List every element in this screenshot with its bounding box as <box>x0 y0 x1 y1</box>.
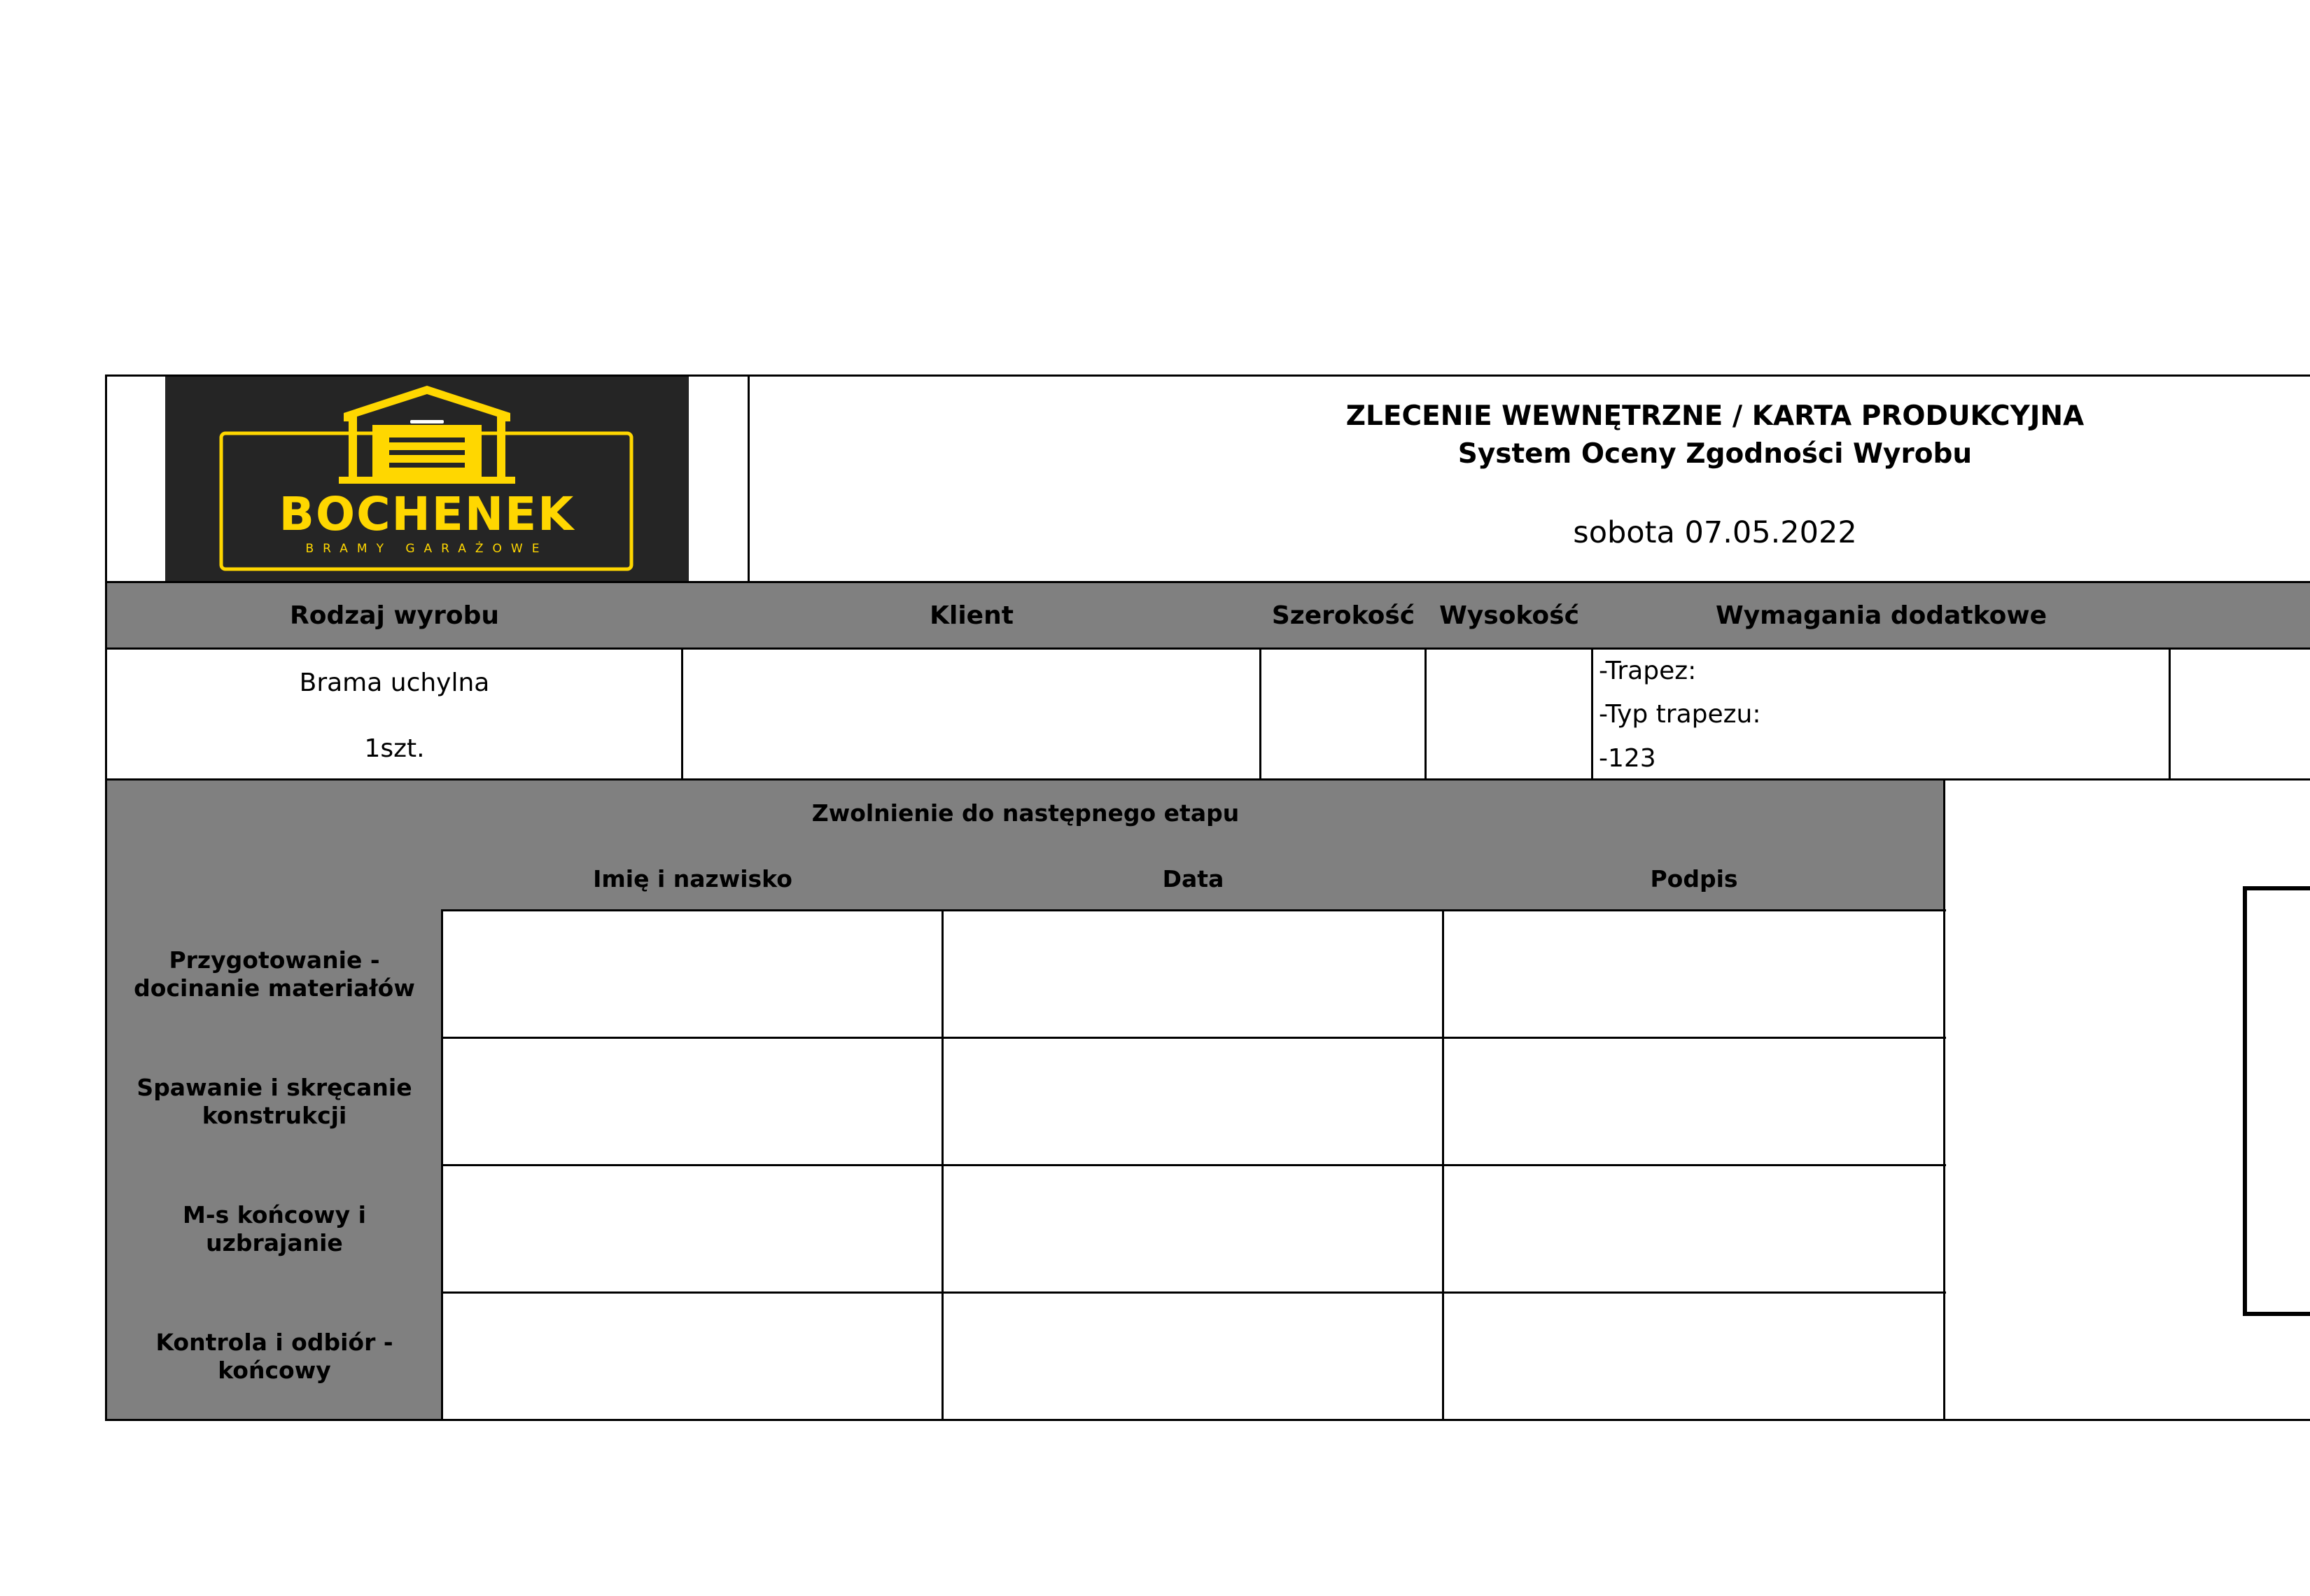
header-product-type: Rodzaj wyrobu <box>290 601 499 630</box>
divider <box>1442 909 1444 1420</box>
product-type-value: Brama uchylna <box>299 668 490 697</box>
divider <box>1424 648 1427 780</box>
stamp-box <box>2243 886 2310 1316</box>
divider <box>1943 780 1945 1421</box>
cell-signature-final-assembly[interactable] <box>1445 1167 1943 1292</box>
document-date: sobota 07.05.2022 <box>1573 515 1857 550</box>
stage-preparation: Przygotowanie - docinanie materiałów <box>134 946 415 1002</box>
extra-line-3: -123 <box>1599 744 1656 773</box>
product-quantity-value: 1szt. <box>364 734 425 763</box>
divider <box>2169 648 2171 780</box>
release-table-title: Zwolnienie do następnego etapu <box>811 799 1240 827</box>
column-date: Data <box>1162 864 1224 892</box>
height-value[interactable] <box>1426 650 1592 778</box>
cell-name-welding[interactable] <box>444 1040 942 1164</box>
cell-date-welding[interactable] <box>944 1040 1443 1164</box>
cell-name-final-assembly[interactable] <box>444 1167 942 1292</box>
divider <box>1259 648 1261 780</box>
header-height: Wysokość <box>1439 601 1579 630</box>
cell-signature-inspection[interactable] <box>1445 1294 1943 1419</box>
header-width: Szerokość <box>1271 601 1415 630</box>
cell-name-inspection[interactable] <box>444 1294 942 1419</box>
stage-welding: Spawanie i skręcanie konstrukcji <box>136 1073 412 1129</box>
divider <box>442 1037 1946 1039</box>
divider <box>1591 648 1593 780</box>
divider <box>442 909 1946 911</box>
logo-brand-text: BOCHENEK <box>279 487 575 541</box>
divider <box>105 374 107 1421</box>
stage-inspection: Kontrola i odbiór - końcowy <box>155 1328 393 1384</box>
divider <box>105 648 2310 650</box>
stage-final-assembly: M-s końcowy i uzbrajanie <box>183 1200 366 1256</box>
divider <box>105 778 2310 780</box>
page-title: ZLECENIE WEWNĘTRZNE / KARTA PRODUKCYJNA <box>1345 400 2085 432</box>
divider <box>748 374 750 583</box>
page-subtitle: System Oceny Zgodności Wyrobu <box>1457 438 1973 470</box>
logo-tagline-text: BRAMY GARAŻOWE <box>305 541 548 556</box>
divider <box>105 374 2310 377</box>
cell-signature-welding[interactable] <box>1445 1040 1943 1164</box>
divider <box>681 648 683 780</box>
cell-date-final-assembly[interactable] <box>944 1167 1443 1292</box>
header-client: Klient <box>930 601 1014 630</box>
company-logo: BOCHENEK BRAMY GARAŻOWE <box>165 376 689 582</box>
garage-logo-icon: BOCHENEK BRAMY GARAŻOWE <box>219 386 634 571</box>
extra-line-1: -Trapez: <box>1599 657 1697 685</box>
cell-date-preparation[interactable] <box>944 912 1443 1037</box>
divider <box>442 1164 1946 1166</box>
cell-signature-preparation[interactable] <box>1445 912 1943 1037</box>
divider <box>941 909 944 1420</box>
divider <box>441 909 443 1420</box>
cell-date-inspection[interactable] <box>944 1294 1443 1419</box>
divider <box>105 581 2310 583</box>
header-extra-requirements: Wymagania dodatkowe <box>1716 601 2047 630</box>
column-signature: Podpis <box>1650 864 1738 892</box>
column-name: Imię i nazwisko <box>593 864 792 892</box>
width-value[interactable] <box>1261 650 1426 778</box>
divider <box>442 1292 1946 1294</box>
client-value[interactable] <box>682 650 1261 778</box>
extra-line-2: -Typ trapezu: <box>1599 700 1761 729</box>
cell-name-preparation[interactable] <box>444 912 942 1037</box>
divider <box>105 1419 2310 1421</box>
